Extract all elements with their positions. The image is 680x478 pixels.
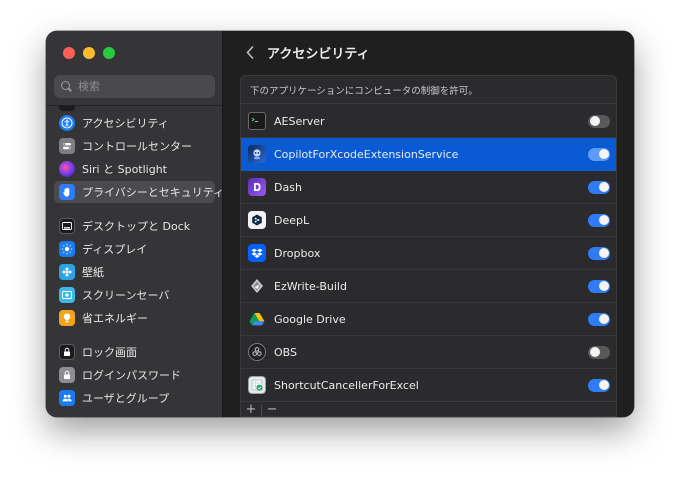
siri-icon — [59, 161, 75, 177]
sidebar-item-label: スクリーンセーバ — [82, 289, 170, 302]
ezwrite-icon — [248, 277, 266, 295]
sidebar-item-label: プライバシーとセキュリティ — [82, 186, 223, 199]
permission-toggle[interactable] — [588, 345, 610, 359]
dropbox-icon — [248, 244, 266, 262]
dash-icon — [248, 178, 266, 196]
sidebar-item-desktop-dock[interactable]: デスクトップと Dock — [54, 215, 215, 237]
sidebar-item-label: Siri と Spotlight — [82, 163, 167, 176]
sidebar-item-label: ディスプレイ — [82, 243, 148, 256]
sidebar-item-display[interactable]: ディスプレイ — [54, 238, 215, 260]
chevron-left-icon — [246, 45, 254, 59]
app-row-shortcut-canceller[interactable]: ShortcutCancellerForExcel — [241, 369, 616, 402]
password-icon — [59, 367, 75, 383]
permission-toggle[interactable] — [588, 147, 610, 161]
app-row-ezwrite[interactable]: EzWrite-Build — [241, 270, 616, 303]
app-name: EzWrite-Build — [274, 279, 347, 293]
search-field[interactable] — [54, 75, 215, 98]
display-icon — [59, 241, 75, 257]
sidebar-item-label: コントロールセンター — [82, 140, 192, 153]
sidebar: アクセシビリティ コントロールセンター Siri と Spotlight プライ… — [46, 31, 223, 417]
permission-toggle[interactable] — [588, 114, 610, 128]
sidebar-item-label: 省エネルギー — [82, 312, 148, 325]
sidebar-item-label: 壁紙 — [82, 266, 104, 279]
energy-icon — [59, 310, 75, 326]
accessibility-icon — [59, 115, 75, 131]
add-app-button[interactable]: + — [241, 402, 261, 416]
sidebar-item-energy[interactable]: 省エネルギー — [54, 307, 215, 329]
sidebar-item-label: ログインパスワード — [82, 369, 181, 382]
lock-screen-icon — [59, 344, 75, 360]
sidebar-item-label: アクセシビリティ — [82, 117, 169, 130]
minimize-window-button[interactable] — [83, 47, 95, 59]
app-name: OBS — [274, 345, 297, 359]
list-footer: + − — [241, 401, 616, 416]
permission-toggle[interactable] — [588, 279, 610, 293]
app-name: DeepL — [274, 213, 310, 227]
deepl-icon — [248, 211, 266, 229]
partial-item-icon — [59, 106, 75, 111]
copilot-icon — [248, 145, 266, 163]
zoom-window-button[interactable] — [103, 47, 115, 59]
app-row-copilot[interactable]: CopilotForXcodeExtensionService — [241, 138, 616, 171]
sidebar-item-siri-spotlight[interactable]: Siri と Spotlight — [54, 158, 215, 180]
hand-icon — [59, 184, 75, 200]
sidebar-item-login-password[interactable]: ログインパスワード — [54, 364, 215, 386]
window-controls — [63, 47, 115, 59]
permission-toggle[interactable] — [588, 213, 610, 227]
google-drive-icon — [248, 310, 266, 328]
permission-toggle[interactable] — [588, 246, 610, 260]
app-name: Dash — [274, 180, 302, 194]
app-row-dropbox[interactable]: Dropbox — [241, 237, 616, 270]
permission-toggle[interactable] — [588, 378, 610, 392]
app-name: Dropbox — [274, 246, 321, 260]
sidebar-list[interactable]: アクセシビリティ コントロールセンター Siri と Spotlight プライ… — [46, 106, 222, 417]
permission-toggle[interactable] — [588, 312, 610, 326]
obs-icon — [248, 343, 266, 361]
settings-window: アクセシビリティ コントロールセンター Siri と Spotlight プライ… — [46, 31, 634, 417]
list-description: 下のアプリケーションにコンピュータの制御を許可。 — [241, 76, 616, 104]
sidebar-item-label: ロック画面 — [82, 346, 137, 359]
back-button[interactable] — [239, 41, 261, 63]
sidebar-item-screensaver[interactable]: スクリーンセーバ — [54, 284, 215, 306]
sidebar-item-control-center[interactable]: コントロールセンター — [54, 135, 215, 157]
toolbar: アクセシビリティ — [223, 31, 634, 73]
control-center-icon — [59, 138, 75, 154]
remove-app-button[interactable]: − — [262, 402, 282, 416]
search-input[interactable] — [76, 79, 206, 94]
app-permission-list: 下のアプリケーションにコンピュータの制御を許可。 AEServer Copilo… — [240, 75, 617, 417]
sidebar-item-lock-screen[interactable]: ロック画面 — [54, 341, 215, 363]
sidebar-item-privacy-security[interactable]: プライバシーとセキュリティ — [54, 181, 222, 203]
app-row-obs[interactable]: OBS — [241, 336, 616, 369]
app-name: AEServer — [274, 114, 325, 128]
sidebar-item-wallpaper[interactable]: 壁紙 — [54, 261, 215, 283]
app-row-deepl[interactable]: DeepL — [241, 204, 616, 237]
app-name: CopilotForXcodeExtensionService — [274, 147, 459, 161]
terminal-icon — [248, 112, 266, 130]
main-content: アクセシビリティ 下のアプリケーションにコンピュータの制御を許可。 AEServ… — [223, 31, 634, 417]
app-row-google-drive[interactable]: Google Drive — [241, 303, 616, 336]
sidebar-item-label: デスクトップと Dock — [82, 220, 191, 233]
shortcut-canceller-icon — [248, 376, 266, 394]
sidebar-item-label: ユーザとグループ — [82, 392, 170, 405]
users-icon — [59, 390, 75, 406]
sidebar-item-users-groups[interactable]: ユーザとグループ — [54, 387, 215, 409]
dock-icon — [59, 218, 75, 234]
wallpaper-icon — [59, 264, 75, 280]
sidebar-item-accessibility[interactable]: アクセシビリティ — [54, 112, 215, 134]
permission-toggle[interactable] — [588, 180, 610, 194]
screensaver-icon — [59, 287, 75, 303]
page-title: アクセシビリティ — [267, 46, 370, 62]
app-name: Google Drive — [274, 312, 346, 326]
search-icon — [54, 75, 76, 98]
app-row-dash[interactable]: Dash — [241, 171, 616, 204]
app-name: ShortcutCancellerForExcel — [274, 378, 419, 392]
close-window-button[interactable] — [63, 47, 75, 59]
app-row-aeserver[interactable]: AEServer — [241, 105, 616, 138]
